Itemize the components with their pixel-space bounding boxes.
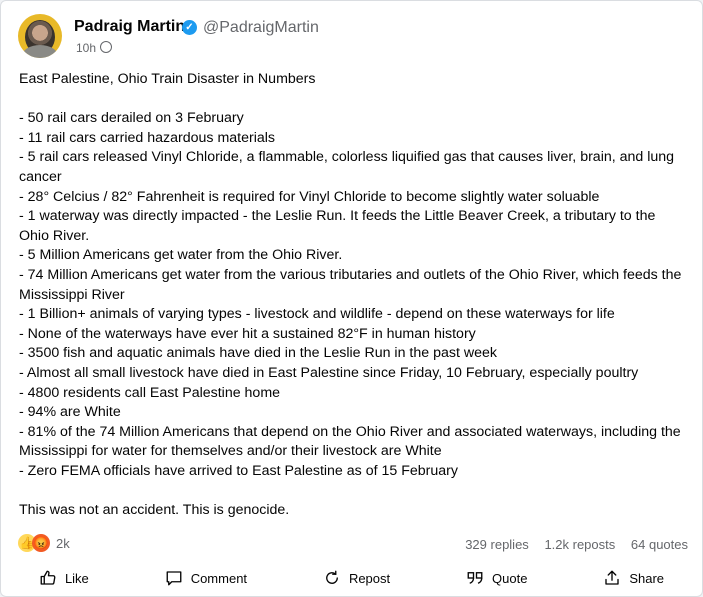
post-item: - 94% are White (19, 404, 121, 421)
share-icon (605, 570, 620, 585)
repost-label: Repost (348, 570, 391, 586)
post-item: - 4800 residents call East Palestine hom… (19, 384, 281, 401)
post-content: East Palestine, Ohio Train Disaster in N… (19, 70, 689, 521)
globe-icon (100, 41, 113, 53)
post-item: - 28° Celcius / 82° Fahrenheit is requir… (19, 188, 600, 205)
avatar[interactable] (18, 14, 62, 58)
post-item: - 50 rail cars derailed on 3 February (19, 110, 244, 127)
post-item: - 1 Billion+ animals of varying types - … (19, 306, 615, 323)
quote-button[interactable]: Quote (466, 569, 527, 587)
repost-icon (326, 570, 338, 584)
like-label: Like (64, 570, 89, 586)
thumbs-up-icon (40, 570, 56, 585)
replies-count[interactable]: 329 replies (465, 537, 529, 552)
engagement-stats: 329 replies 1.2k reposts 64 quotes (453, 537, 688, 552)
repost-button[interactable]: Repost (323, 569, 390, 587)
post-card: Padraig Martin ✓ @PadraigMartin 10h East… (0, 0, 703, 597)
avatar-body (22, 45, 58, 58)
reactions-count: 2k (56, 535, 70, 551)
author-name[interactable]: Padraig Martin (74, 18, 185, 36)
quote-icon (467, 572, 483, 584)
post-item: - 1 waterway was directly impacted - the… (19, 208, 656, 244)
post-item: - 81% of the 74 Million Americans that d… (19, 423, 681, 460)
post-title: East Palestine, Ohio Train Disaster in N… (19, 71, 316, 87)
post-item: - 3500 fish and aquatic animals have die… (19, 345, 497, 362)
post-item: - Almost all small livestock have died i… (19, 364, 639, 381)
share-label: Share (629, 570, 665, 586)
post-time[interactable]: 10h (76, 41, 96, 55)
post-item: - 11 rail cars carried hazardous materia… (19, 129, 275, 146)
post-meta: 10h (76, 41, 113, 55)
post-item: - 5 rail cars released Vinyl Chloride, a… (19, 149, 675, 185)
action-bar: Like Comment Repost Quote Share (1, 560, 702, 596)
comment-label: Comment (190, 570, 248, 586)
post-item: - Zero FEMA officials have arrived to Ea… (19, 462, 458, 479)
author-handle[interactable]: @PadraigMartin (203, 19, 319, 37)
verified-icon: ✓ (182, 20, 197, 35)
quotes-count[interactable]: 64 quotes (631, 537, 688, 552)
reposts-count[interactable]: 1.2k reposts (544, 537, 615, 552)
post-item: - 74 Million Americans get water from th… (19, 266, 682, 303)
comment-icon (166, 571, 182, 586)
post-item: - 5 Million Americans get water from the… (19, 247, 343, 264)
comment-button[interactable]: Comment (165, 569, 247, 587)
share-button[interactable]: Share (603, 569, 664, 587)
post-closing: This was not an accident. This is genoci… (19, 502, 290, 519)
angry-reaction-icon: 😡 (32, 534, 50, 552)
reactions-summary[interactable]: 👍😡 2k (18, 534, 70, 552)
post-item: - None of the waterways have ever hit a … (19, 325, 476, 342)
like-button[interactable]: Like (39, 569, 89, 587)
quote-label: Quote (492, 570, 528, 586)
